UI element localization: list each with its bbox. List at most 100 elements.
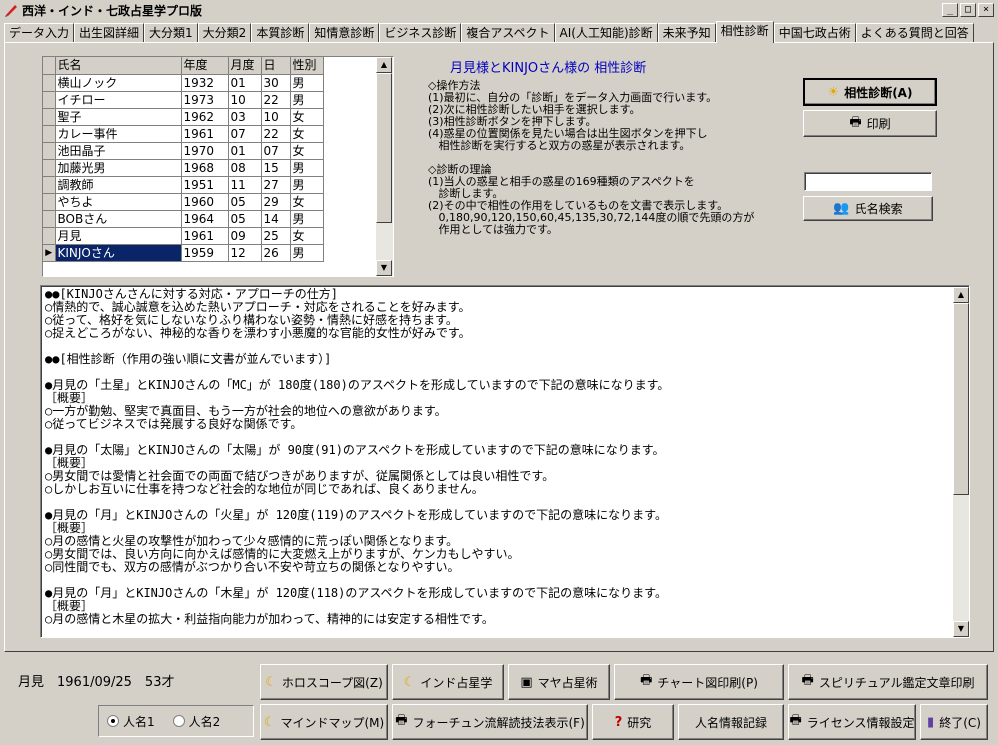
grid-header-cell[interactable]: 月度 [228,57,262,75]
grid-row[interactable]: カレー事件 1961 07 22 女 [43,125,324,143]
grid-header-cell[interactable]: 性別 [290,57,324,75]
grid-cell[interactable]: 女 [290,108,324,126]
grid-cell[interactable]: 07 [261,142,291,160]
tab-6[interactable]: ビジネス診断 [379,23,462,43]
grid-cell[interactable]: 26 [261,244,291,262]
grid-cell[interactable]: 1973 [181,91,229,109]
grid-cell[interactable]: 11 [228,176,262,194]
tab-11[interactable]: 中国七政占術 [773,23,856,43]
grid-row[interactable]: 池田晶子 1970 01 07 女 [43,142,324,160]
tab-10[interactable]: 相性診断 [715,21,774,43]
grid-cell[interactable]: 08 [228,159,262,177]
maximize-button[interactable]: □ [960,3,976,17]
grid-cell[interactable]: BOBさん [55,210,182,228]
grid-cell[interactable]: 1961 [181,227,229,245]
grid-cell[interactable]: 女 [290,142,324,160]
grid-cell[interactable]: 横山ノック [55,74,182,92]
grid-cell[interactable]: 女 [290,193,324,211]
indian-astrology-button[interactable]: ☾ インド占星学 [392,664,504,700]
grid-cell[interactable]: 1960 [181,193,229,211]
grid-cell[interactable]: 女 [290,125,324,143]
horoscope-button[interactable]: ☾ ホロスコープ図(Z) [260,664,388,700]
grid-row[interactable]: BOBさん 1964 05 14 男 [43,210,324,228]
tab-4[interactable]: 本質診断 [251,23,310,43]
grid-cell[interactable]: 29 [261,193,291,211]
grid-cell[interactable]: カレー事件 [55,125,182,143]
radio-person1[interactable]: 人名1 [107,713,155,730]
grid-cell[interactable]: やちよ [55,193,182,211]
grid-cell[interactable]: 1951 [181,176,229,194]
grid-cell[interactable]: 05 [228,193,262,211]
tab-0[interactable]: データ入力 [4,23,75,43]
tab-2[interactable]: 大分類1 [144,23,198,43]
grid-cell[interactable]: 07 [228,125,262,143]
grid-cell[interactable]: KINJOさん [55,244,182,262]
grid-row[interactable]: やちよ 1960 05 29 女 [43,193,324,211]
grid-cell[interactable]: 女 [290,227,324,245]
grid-cell[interactable]: イチロー [55,91,182,109]
grid-cell[interactable]: 調教師 [55,176,182,194]
person-grid[interactable]: 氏名 年度 月度日性別 横山ノック 1932 01 30 男イチロー 1973 10 22 男聖子 19… [42,56,394,277]
grid-cell[interactable]: 1968 [181,159,229,177]
grid-cell[interactable]: 10 [228,91,262,109]
grid-scroll-thumb[interactable] [376,73,392,223]
name-search-input[interactable] [804,172,932,191]
grid-cell[interactable]: 月見 [55,227,182,245]
grid-row[interactable]: 調教師 1951 11 27 男 [43,176,324,194]
memo-scrollbar[interactable]: ▲ ▼ [953,287,969,637]
mindmap-button[interactable]: ☾ マインドマップ(M) [260,704,388,740]
print-button[interactable]: 🖶 印刷 [803,110,937,137]
research-button[interactable]: ? 研究 [592,704,674,740]
exit-button[interactable]: ▮ 終了(C) [920,704,988,740]
minimize-button[interactable]: _ [942,3,958,17]
grid-cell[interactable]: 1970 [181,142,229,160]
grid-cell[interactable]: 男 [290,159,324,177]
maya-astrology-button[interactable]: ▣ マヤ占星術 [508,664,610,700]
grid-cell[interactable]: 03 [228,108,262,126]
grid-cell[interactable]: 1932 [181,74,229,92]
fortune-method-button[interactable]: 🖶 フォーチュン流解読技法表示(F) [392,704,588,740]
person-record-button[interactable]: 人名情報記録 [678,704,784,740]
grid-cell[interactable]: 01 [228,74,262,92]
grid-cell[interactable]: 25 [261,227,291,245]
tab-3[interactable]: 大分類2 [197,23,252,43]
grid-row[interactable]: 横山ノック 1932 01 30 男 [43,74,324,92]
grid-cell[interactable]: 01 [228,142,262,160]
close-button[interactable]: × [978,3,994,17]
grid-scrollbar[interactable]: ▲ ▼ [376,57,393,276]
memo-scroll-down-button[interactable]: ▼ [953,621,969,637]
tab-1[interactable]: 出生図詳細 [74,23,145,43]
grid-cell[interactable]: 聖子 [55,108,182,126]
memo-scroll-up-button[interactable]: ▲ [953,287,969,303]
grid-cell[interactable]: 22 [261,125,291,143]
grid-cell[interactable]: 05 [228,210,262,228]
grid-cell[interactable]: 1962 [181,108,229,126]
radio-person2[interactable]: 人名2 [172,713,220,730]
grid-row[interactable]: 月見 1961 09 25 女 [43,227,324,245]
tab-7[interactable]: 複合アスペクト [461,23,555,43]
grid-cell[interactable]: 1959 [181,244,229,262]
grid-cell[interactable]: 男 [290,74,324,92]
tab-12[interactable]: よくある質問と回答 [855,23,974,43]
grid-cell[interactable]: 14 [261,210,291,228]
tab-9[interactable]: 未来予知 [657,23,716,43]
grid-cell[interactable]: 男 [290,244,324,262]
grid-scroll-up-button[interactable]: ▲ [376,57,392,73]
grid-cell[interactable]: 男 [290,210,324,228]
grid-cell[interactable]: 15 [261,159,291,177]
grid-cell[interactable]: 09 [228,227,262,245]
grid-scroll-down-button[interactable]: ▼ [376,260,392,276]
grid-header-cell[interactable]: 年度 [181,57,229,75]
license-button[interactable]: 🖶 ライセンス情報設定 [788,704,916,740]
chart-print-button[interactable]: 🖶 チャート図印刷(P) [614,664,784,700]
grid-row[interactable]: 加藤光男 1968 08 15 男 [43,159,324,177]
grid-header-cell[interactable]: 日 [261,57,291,75]
grid-cell[interactable]: 1961 [181,125,229,143]
grid-cell[interactable]: 22 [261,91,291,109]
compat-diagnosis-button[interactable]: ☀ 相性診断(A) [803,78,937,106]
grid-cell[interactable]: 30 [261,74,291,92]
grid-row[interactable]: イチロー 1973 10 22 男 [43,91,324,109]
tab-8[interactable]: AI(人工知能)診断 [554,23,658,43]
diagnosis-memo[interactable]: ●●[KINJOさんさんに対する対応・アプローチの仕方] ○情熱的で、誠心誠意を込… [40,285,970,638]
grid-row[interactable]: 聖子 1962 03 10 女 [43,108,324,126]
